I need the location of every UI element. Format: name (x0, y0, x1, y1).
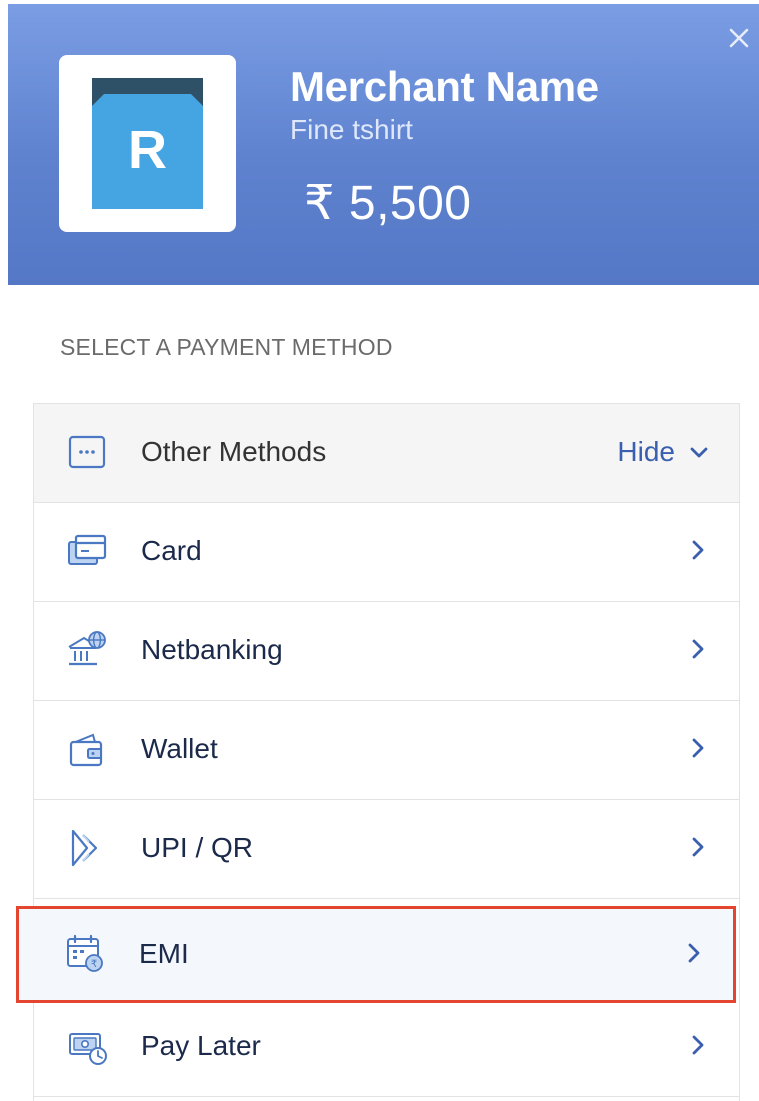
bank-globe-icon (68, 631, 106, 666)
svg-text:₹: ₹ (91, 959, 97, 970)
chevron-right-icon (692, 837, 704, 857)
chevron-right-icon (692, 540, 704, 560)
chevron-right-icon (692, 639, 704, 659)
payment-amount: ₹ 5,500 (304, 177, 472, 230)
chevron-right-icon (692, 738, 704, 758)
other-methods-label: Other Methods (141, 436, 327, 467)
more-dots-icon (68, 435, 106, 469)
method-row-netbanking[interactable]: Netbanking (34, 602, 739, 701)
pay-later-icon (69, 1033, 107, 1065)
method-label: Card (141, 535, 202, 566)
method-label: UPI / QR (141, 832, 254, 863)
payment-modal: R Merchant Name Fine tshirt ₹ 5,500 SELE… (0, 0, 759, 1101)
method-row-card[interactable]: Card (34, 503, 739, 602)
card-icon (68, 534, 107, 565)
logo-letter: R (128, 120, 167, 180)
hide-toggle-label: Hide (617, 436, 675, 467)
method-row-wallet[interactable]: Wallet (34, 701, 739, 800)
section-title: SELECT A PAYMENT METHOD (60, 334, 393, 360)
upi-icon (71, 829, 98, 867)
merchant-logo: R (59, 55, 236, 232)
shopping-bag-logo-icon: R (92, 78, 203, 209)
method-label: Pay Later (141, 1030, 261, 1061)
method-label: EMI (139, 938, 189, 969)
wallet-icon (69, 733, 103, 767)
chevron-right-icon (692, 1035, 704, 1055)
close-button[interactable] (725, 24, 753, 52)
checkout-header: R Merchant Name Fine tshirt ₹ 5,500 (8, 4, 759, 285)
hide-toggle-button[interactable]: Hide (617, 434, 709, 470)
method-row-upi[interactable]: UPI / QR (34, 800, 739, 899)
other-methods-row[interactable]: Other Methods Hide (34, 404, 739, 503)
method-label: Wallet (141, 733, 218, 764)
merchant-description: Fine tshirt (290, 114, 413, 145)
merchant-name: Merchant Name (290, 63, 599, 110)
chevron-down-icon (690, 447, 708, 458)
chevron-right-icon (688, 943, 700, 963)
method-row-emi[interactable]: ₹ EMI (16, 906, 736, 1003)
emi-calendar-icon: ₹ (67, 934, 103, 972)
method-label: Netbanking (141, 634, 283, 665)
close-icon (729, 28, 749, 48)
method-row-pay-later[interactable]: Pay Later (34, 998, 739, 1097)
